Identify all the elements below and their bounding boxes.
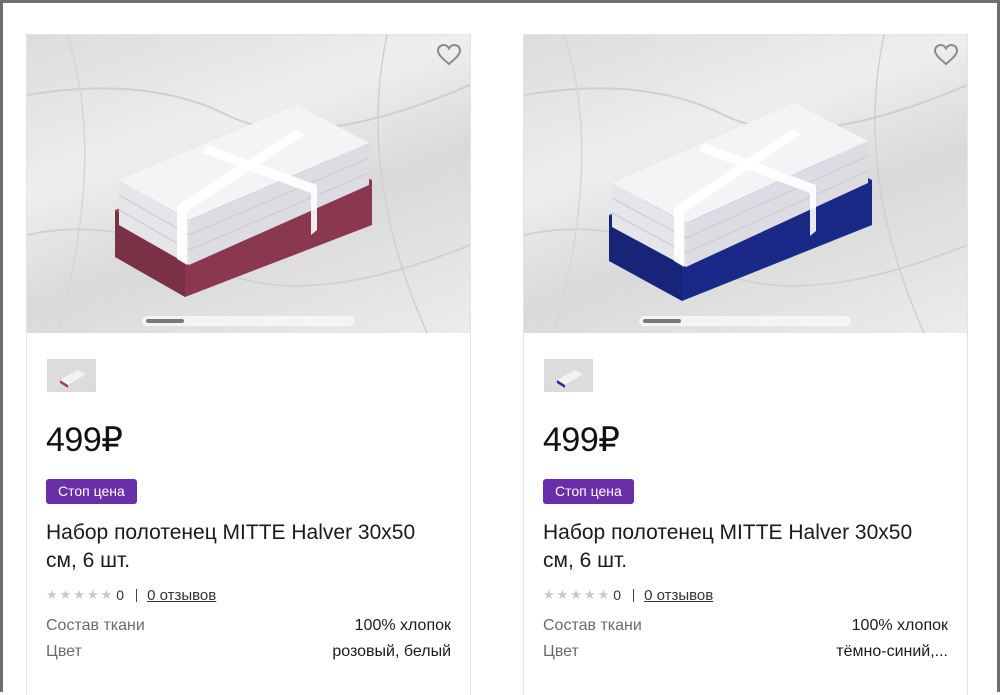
- promo-badge: Стоп цена: [46, 479, 137, 504]
- spec-value: розовый, белый: [332, 643, 451, 660]
- reviews-link[interactable]: 0 отзывов: [644, 587, 713, 604]
- towel-set-image: [524, 35, 967, 333]
- rating-stars-icon: ★★★★★: [543, 587, 612, 602]
- carousel-dot[interactable]: [146, 319, 184, 323]
- product-rating: ★★★★★ 0 0 отзывов: [543, 585, 713, 605]
- towel-set-image: [27, 35, 470, 333]
- spec-value: 100% хлопок: [354, 617, 451, 634]
- carousel-dot[interactable]: [767, 319, 806, 323]
- product-price: 499₽: [46, 421, 123, 459]
- product-rating: ★★★★★ 0 0 отзывов: [46, 585, 216, 605]
- carousel-dot[interactable]: [684, 319, 723, 323]
- rating-value: 0: [116, 587, 125, 603]
- product-title[interactable]: Набор полотенец MITTE Halver 30х50 см, 6…: [543, 519, 943, 575]
- image-carousel-dots: [639, 316, 851, 326]
- divider: [136, 588, 138, 602]
- spec-value: тёмно-синий,...: [836, 643, 948, 660]
- page-frame: 499₽ Стоп цена Набор полотенец MITTE Hal…: [0, 0, 1000, 695]
- image-carousel-dots: [142, 316, 354, 326]
- spec-label: Состав ткани: [46, 617, 145, 634]
- carousel-dot[interactable]: [229, 319, 267, 323]
- favorite-heart-icon[interactable]: [933, 43, 959, 67]
- carousel-dot[interactable]: [187, 319, 226, 323]
- carousel-dot[interactable]: [270, 319, 309, 323]
- carousel-dot[interactable]: [312, 319, 350, 323]
- carousel-dot[interactable]: [809, 319, 847, 323]
- product-photo[interactable]: [524, 35, 967, 333]
- product-thumbnail[interactable]: [544, 359, 593, 392]
- rating-stars-icon: ★★★★★: [46, 587, 115, 602]
- divider: [633, 588, 635, 602]
- spec-label: Цвет: [543, 643, 579, 660]
- rating-value: 0: [613, 587, 622, 603]
- promo-badge: Стоп цена: [543, 479, 634, 504]
- product-card[interactable]: 499₽ Стоп цена Набор полотенец MITTE Hal…: [523, 34, 968, 695]
- spec-row-fabric: Состав ткани 100% хлопок: [46, 617, 451, 635]
- favorite-heart-icon[interactable]: [436, 43, 462, 67]
- product-thumbnail[interactable]: [47, 359, 96, 392]
- spec-row-color: Цвет тёмно-синий,...: [543, 643, 948, 661]
- product-price: 499₽: [543, 421, 620, 459]
- spec-label: Цвет: [46, 643, 82, 660]
- spec-value: 100% хлопок: [851, 617, 948, 634]
- spec-label: Состав ткани: [543, 617, 642, 634]
- product-card[interactable]: 499₽ Стоп цена Набор полотенец MITTE Hal…: [26, 34, 471, 695]
- carousel-dot[interactable]: [726, 319, 764, 323]
- product-title[interactable]: Набор полотенец MITTE Halver 30х50 см, 6…: [46, 519, 446, 575]
- spec-row-color: Цвет розовый, белый: [46, 643, 451, 661]
- spec-row-fabric: Состав ткани 100% хлопок: [543, 617, 948, 635]
- reviews-link[interactable]: 0 отзывов: [147, 587, 216, 604]
- product-photo[interactable]: [27, 35, 470, 333]
- carousel-dot[interactable]: [643, 319, 681, 323]
